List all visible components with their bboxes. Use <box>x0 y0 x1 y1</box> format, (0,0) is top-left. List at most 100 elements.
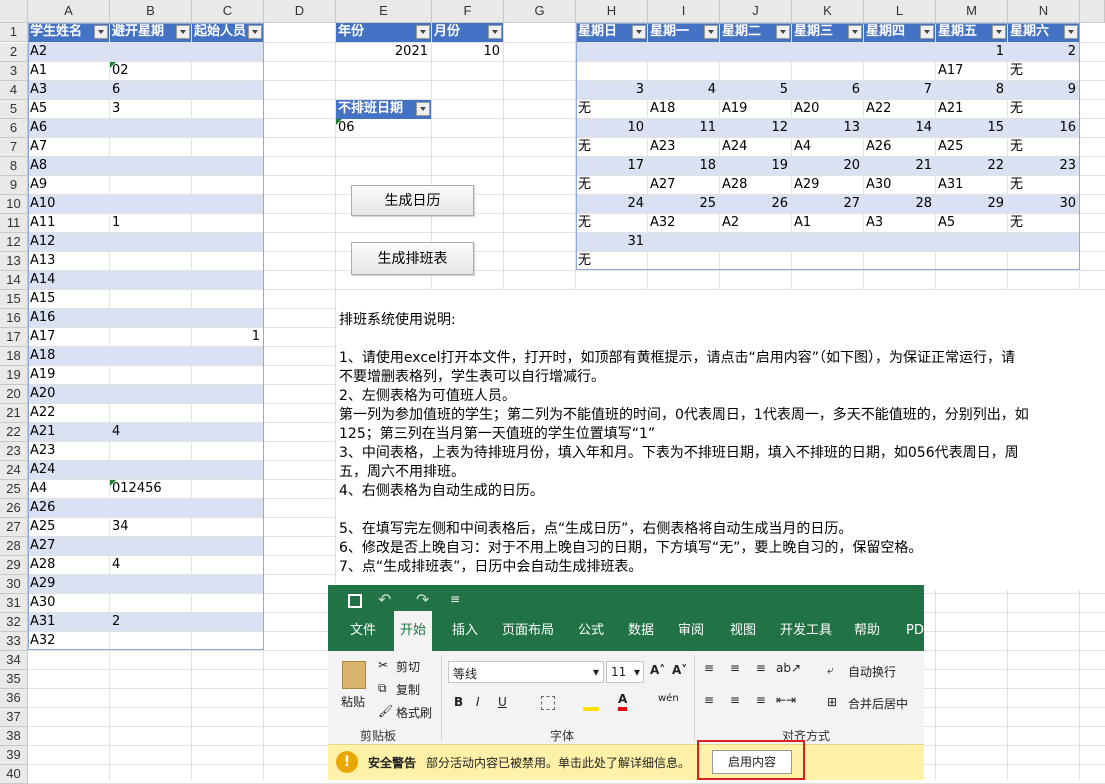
row-header[interactable]: 25 <box>0 480 28 499</box>
calendar-duty-cell[interactable]: A22 <box>864 100 935 118</box>
student-cell[interactable] <box>192 309 263 327</box>
phonetic-icon[interactable]: wén <box>658 693 679 704</box>
calendar-date-cell[interactable]: 12 <box>720 119 791 137</box>
student-cell[interactable] <box>110 138 191 156</box>
row-header[interactable]: 29 <box>0 556 28 575</box>
calendar-duty-cell[interactable]: A29 <box>792 176 863 194</box>
calendar-date-cell[interactable] <box>936 233 1007 251</box>
paste-button[interactable]: 粘贴 <box>341 693 365 710</box>
student-cell[interactable] <box>192 214 263 232</box>
column-header-G[interactable]: G <box>504 0 576 23</box>
ribbon-tab[interactable]: 开始 <box>394 611 433 651</box>
calendar-duty-cell[interactable] <box>720 252 791 270</box>
row-header[interactable]: 11 <box>0 214 28 233</box>
calendar-duty-cell[interactable] <box>792 252 863 270</box>
calendar-duty-cell[interactable]: A32 <box>648 214 719 232</box>
calendar-date-cell[interactable]: 19 <box>720 157 791 175</box>
calendar-duty-cell[interactable] <box>720 62 791 80</box>
row-header[interactable]: 2 <box>0 43 28 62</box>
underline-icon[interactable]: U <box>498 695 507 709</box>
student-cell[interactable]: A27 <box>28 537 109 555</box>
month-cell[interactable]: 10 <box>432 43 503 61</box>
student-cell[interactable] <box>110 594 191 612</box>
merge-center-button[interactable]: 合并后居中 <box>848 695 908 712</box>
row-header[interactable]: 13 <box>0 252 28 271</box>
student-cell[interactable] <box>192 385 263 403</box>
row-header[interactable]: 5 <box>0 100 28 119</box>
calendar-duty-cell[interactable] <box>648 62 719 80</box>
row-header[interactable]: 12 <box>0 233 28 252</box>
filter-dropdown-icon[interactable] <box>1064 25 1078 39</box>
student-cell[interactable]: A13 <box>28 252 109 270</box>
calendar-date-cell[interactable]: 25 <box>648 195 719 213</box>
student-cell[interactable]: A10 <box>28 195 109 213</box>
calendar-date-cell[interactable] <box>792 43 863 61</box>
student-cell[interactable] <box>192 43 263 61</box>
calendar-date-cell[interactable]: 20 <box>792 157 863 175</box>
student-cell[interactable] <box>192 138 263 156</box>
student-cell[interactable] <box>192 423 263 441</box>
calendar-header[interactable]: 星期日 <box>576 23 647 42</box>
student-cell[interactable] <box>110 309 191 327</box>
student-cell[interactable]: 1 <box>192 328 263 346</box>
student-cell[interactable]: 4 <box>110 423 191 441</box>
column-header-E[interactable]: E <box>336 0 432 23</box>
student-cell[interactable]: 012456 <box>110 480 191 498</box>
calendar-date-cell[interactable]: 13 <box>792 119 863 137</box>
ribbon-tab[interactable]: 页面布局 <box>496 611 560 651</box>
student-cell[interactable] <box>110 632 191 650</box>
student-cell[interactable]: A12 <box>28 233 109 251</box>
student-cell[interactable]: A4 <box>28 480 109 498</box>
calendar-duty-cell[interactable] <box>792 62 863 80</box>
calendar-duty-cell[interactable]: A4 <box>792 138 863 156</box>
student-cell[interactable]: A20 <box>28 385 109 403</box>
student-cell[interactable]: A30 <box>28 594 109 612</box>
student-cell[interactable]: A11 <box>28 214 109 232</box>
student-cell[interactable]: A2 <box>28 43 109 61</box>
student-cell[interactable] <box>110 195 191 213</box>
wrap-text-button[interactable]: 自动换行 <box>848 663 896 680</box>
student-cell[interactable] <box>110 575 191 593</box>
ribbon-tab[interactable]: 帮助 <box>848 611 886 651</box>
calendar-duty-cell[interactable]: A20 <box>792 100 863 118</box>
calendar-date-cell[interactable]: 18 <box>648 157 719 175</box>
student-cell[interactable]: A15 <box>28 290 109 308</box>
calendar-duty-cell[interactable]: A23 <box>648 138 719 156</box>
row-header[interactable]: 14 <box>0 271 28 290</box>
column-header-C[interactable]: C <box>192 0 264 23</box>
student-cell[interactable] <box>110 347 191 365</box>
filter-dropdown-icon[interactable] <box>632 25 646 39</box>
student-cell[interactable] <box>192 537 263 555</box>
row-header[interactable]: 32 <box>0 613 28 632</box>
student-cell[interactable] <box>110 404 191 422</box>
row-header[interactable]: 30 <box>0 575 28 594</box>
student-cell[interactable] <box>192 195 263 213</box>
row-header[interactable]: 4 <box>0 81 28 100</box>
student-cell[interactable]: 34 <box>110 518 191 536</box>
copy-button[interactable]: 复制 <box>396 681 420 698</box>
calendar-date-cell[interactable]: 21 <box>864 157 935 175</box>
student-cell[interactable]: A29 <box>28 575 109 593</box>
calendar-duty-cell[interactable]: 无 <box>576 176 647 194</box>
calendar-date-cell[interactable] <box>720 233 791 251</box>
calendar-header[interactable]: 星期三 <box>792 23 863 42</box>
calendar-duty-cell[interactable] <box>576 62 647 80</box>
column-header-M[interactable]: M <box>936 0 1008 23</box>
student-cell[interactable] <box>192 271 263 289</box>
calendar-date-cell[interactable]: 17 <box>576 157 647 175</box>
calendar-duty-cell[interactable] <box>936 252 1007 270</box>
ribbon-tab[interactable]: 数据 <box>622 611 660 651</box>
row-header[interactable]: 38 <box>0 727 28 746</box>
noshift-cell[interactable]: 06 <box>336 119 431 137</box>
student-cell[interactable] <box>110 233 191 251</box>
filter-dropdown-icon[interactable] <box>416 25 430 39</box>
calendar-duty-cell[interactable]: 无 <box>576 214 647 232</box>
calendar-header[interactable]: 星期二 <box>720 23 791 42</box>
bold-icon[interactable]: B <box>454 695 463 709</box>
calendar-date-cell[interactable]: 30 <box>1008 195 1079 213</box>
student-cell[interactable] <box>192 518 263 536</box>
calendar-duty-cell[interactable]: 无 <box>1008 62 1079 80</box>
student-cell[interactable] <box>110 290 191 308</box>
student-cell[interactable] <box>110 157 191 175</box>
student-cell[interactable]: 02 <box>110 62 191 80</box>
